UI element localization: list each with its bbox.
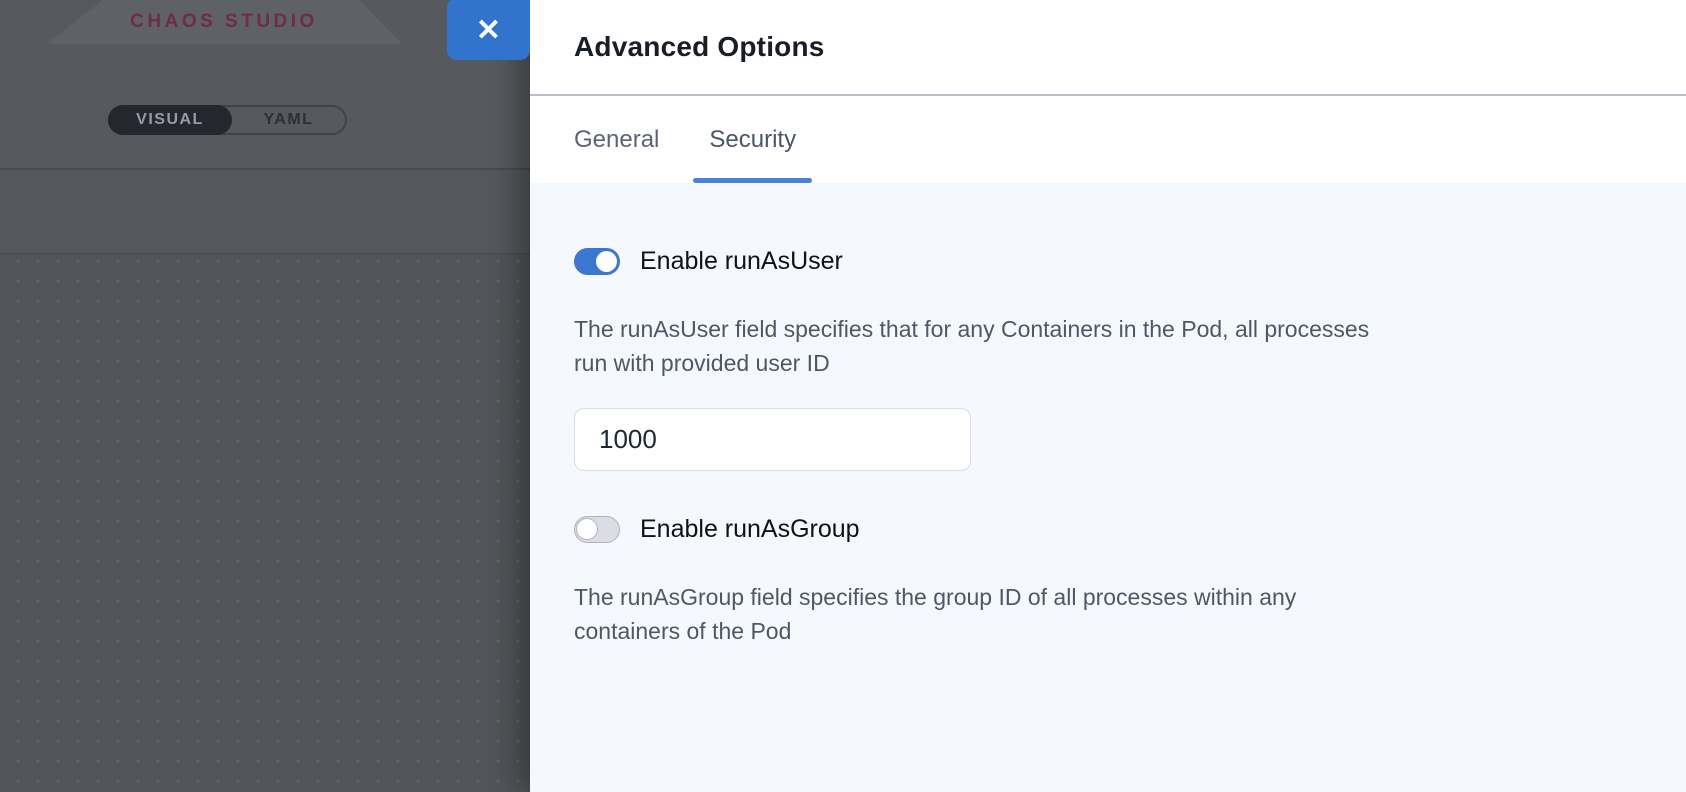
toggle-knob bbox=[576, 518, 598, 540]
drawer-tabbar: General Security bbox=[530, 96, 1686, 183]
close-drawer-button[interactable]: ✕ bbox=[447, 0, 530, 60]
run-as-user-toggle[interactable] bbox=[574, 248, 620, 275]
run-as-user-description: The runAsUser field specifies that for a… bbox=[574, 312, 1642, 380]
run-as-user-label: Enable runAsUser bbox=[640, 247, 843, 276]
run-as-group-toggle[interactable] bbox=[574, 516, 620, 543]
run-as-user-row: Enable runAsUser bbox=[574, 247, 1642, 276]
app-screen: CHAOS STUDIO VISUAL YAML ✕ Advanced Opti… bbox=[0, 0, 1686, 792]
yaml-mode-button[interactable]: YAML bbox=[232, 107, 345, 133]
brand-banner: CHAOS STUDIO bbox=[46, 0, 402, 44]
tab-security[interactable]: Security bbox=[709, 96, 796, 183]
run-as-group-label: Enable runAsGroup bbox=[640, 515, 860, 544]
drawer-header: Advanced Options bbox=[530, 0, 1686, 96]
toggle-knob bbox=[596, 251, 617, 272]
drawer-title: Advanced Options bbox=[574, 31, 825, 63]
run-as-group-row: Enable runAsGroup bbox=[574, 515, 1642, 544]
visual-mode-button[interactable]: VISUAL bbox=[108, 105, 232, 135]
view-mode-switch: VISUAL YAML bbox=[108, 105, 347, 135]
run-as-user-input[interactable] bbox=[574, 408, 971, 471]
tab-general[interactable]: General bbox=[574, 96, 659, 183]
security-tab-panel: Enable runAsUser The runAsUser field spe… bbox=[530, 183, 1686, 792]
advanced-options-drawer: ✕ Advanced Options General Security Enab… bbox=[530, 0, 1686, 792]
close-icon: ✕ bbox=[476, 13, 501, 48]
brand-title: CHAOS STUDIO bbox=[130, 11, 318, 33]
run-as-group-description: The runAsGroup field specifies the group… bbox=[574, 580, 1642, 648]
